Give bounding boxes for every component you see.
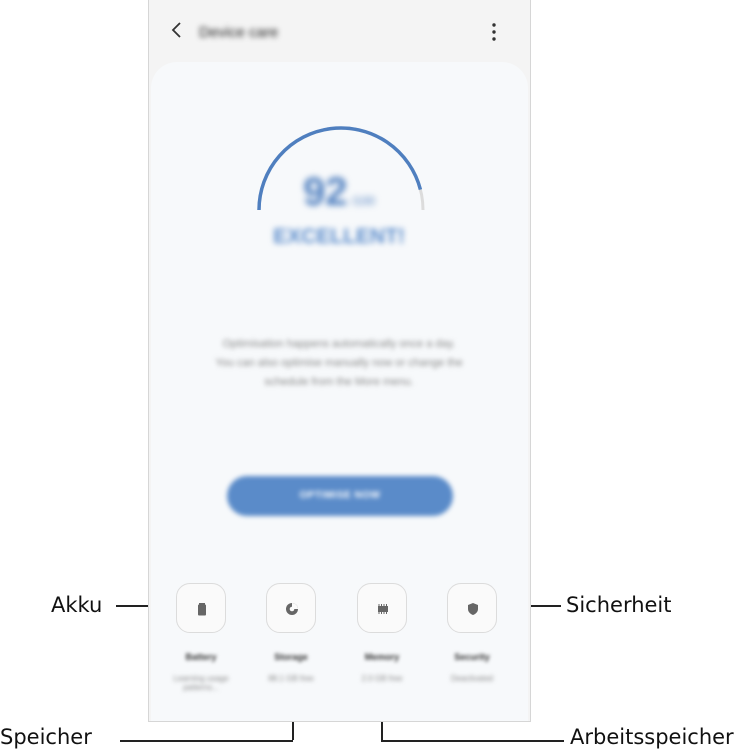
storage-pie-icon (286, 603, 298, 615)
memory-button[interactable] (357, 583, 407, 633)
storage-button[interactable] (266, 583, 316, 633)
security-label: Security (454, 652, 490, 662)
battery-status: Learning usage patterns... (173, 674, 229, 692)
callout-arbeitsspeicher: Arbeitsspeicher (570, 725, 734, 749)
security-status: Deactivated (450, 674, 494, 683)
storage-status: 88.1 GB free (268, 674, 314, 683)
score-max: /100 (351, 194, 375, 208)
app-bar: Device care (149, 0, 530, 62)
storage-label: Storage (274, 652, 308, 662)
memory-status: 2.0 GB free (361, 674, 403, 683)
optimise-now-button[interactable]: OPTIMISE NOW (227, 476, 453, 516)
memory-chip-icon (378, 604, 388, 614)
security-button[interactable] (447, 583, 497, 633)
back-arrow-icon[interactable] (167, 20, 187, 40)
battery-button[interactable] (176, 583, 226, 633)
callout-line-arbeitsspeicher-h (381, 740, 564, 742)
shield-icon (468, 603, 478, 615)
callout-speicher: Speicher (0, 725, 92, 749)
callout-sicherheit: Sicherheit (566, 593, 672, 617)
optimisation-description: Optimisation happens automatically once … (179, 335, 499, 392)
score-display: 92/100 (289, 170, 389, 215)
battery-label: Battery (185, 652, 217, 662)
description-line-3: schedule from the More menu. (264, 376, 414, 388)
phone-screen: Device care 92/100 EXCELLENT! Optimisati… (148, 0, 531, 722)
score-value: 92 (303, 170, 348, 214)
page-title: Device care (199, 24, 279, 41)
more-options-icon[interactable] (491, 22, 497, 42)
description-line-2: You can also optimise manually now or ch… (215, 357, 463, 369)
callout-akku: Akku (51, 593, 103, 617)
memory-label: Memory (364, 652, 400, 662)
callout-line-speicher-h (120, 740, 293, 742)
score-rating: EXCELLENT! (273, 225, 405, 248)
description-line-1: Optimisation happens automatically once … (222, 338, 456, 350)
battery-icon (198, 603, 206, 616)
